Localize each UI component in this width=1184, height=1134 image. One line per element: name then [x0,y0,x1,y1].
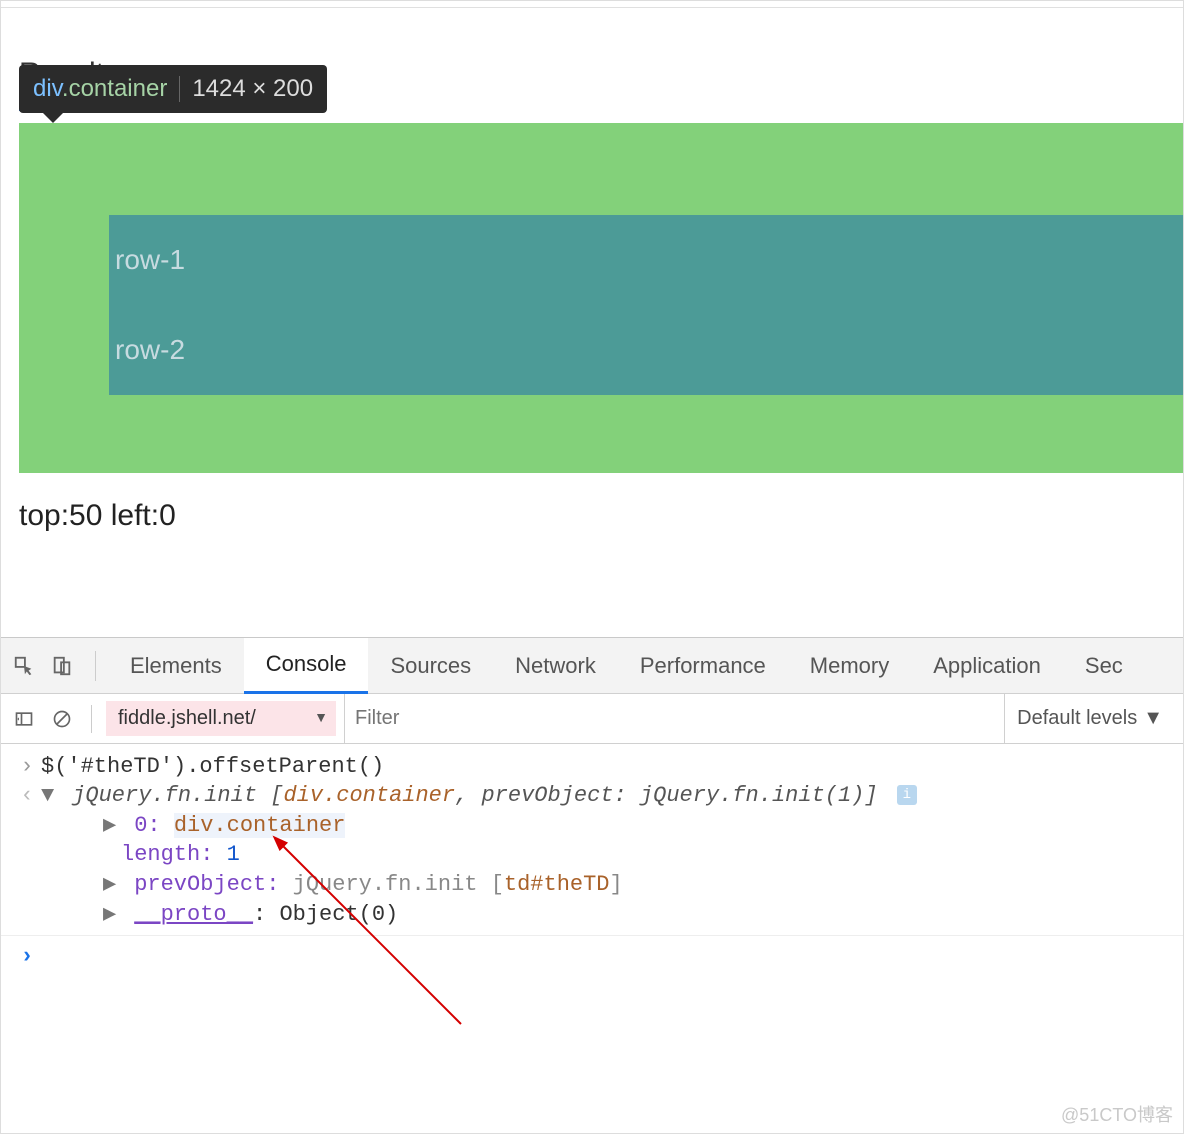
tab-elements[interactable]: Elements [108,638,244,694]
element-tooltip: div.container 1424 × 200 [19,65,327,113]
info-badge-icon[interactable]: i [897,785,917,805]
prompt-caret-icon: › [13,944,41,969]
inner-rows: row-1 row-2 [109,215,1183,395]
log-output-head[interactable]: ‹ ▼ jQuery.fn.init [div.container, prevO… [1,781,1183,810]
filter-input[interactable] [344,694,996,743]
top-border [1,7,1183,11]
log-row-prevobject[interactable]: ▶ prevObject: jQuery.fn.init [td#theTD] [1,869,1183,899]
log-row-proto[interactable]: ▶ __proto__: Object(0) [1,899,1183,929]
jquery-init-label: jQuery.fn.init [72,783,257,808]
tabs-divider [95,651,96,681]
expand-right-icon[interactable]: ▶ [103,812,121,838]
watermark: @51CTO博客 [1061,1101,1173,1127]
expand-right-icon[interactable]: ▶ [103,901,121,927]
input-caret-icon: › [13,754,41,779]
offset-text: top:50 left:0 [19,499,176,533]
chevron-down-icon: ▼ [1143,707,1163,730]
log-row-length: length: 1 [1,840,1183,869]
div-container-ref[interactable]: div.container [283,783,455,808]
inspect-icon[interactable] [7,649,41,683]
toolbar-divider [91,705,92,733]
log-input-line: › $('#theTD').offsetParent() [1,752,1183,781]
devtools-panel: Elements Console Sources Network Perform… [1,637,1183,1133]
tab-console[interactable]: Console [244,638,369,694]
console-prompt[interactable]: › [1,935,1183,971]
tooltip-divider [179,76,180,102]
device-toggle-icon[interactable] [45,649,79,683]
tab-sources[interactable]: Sources [368,638,493,694]
console-log[interactable]: › $('#theTD').offsetParent() ‹ ▼ jQuery.… [1,744,1183,1133]
div-container-expanded[interactable]: div.container [174,813,346,838]
td-theTD-ref[interactable]: td#theTD [504,872,610,897]
expand-down-icon[interactable]: ▼ [41,783,59,808]
tab-network[interactable]: Network [493,638,618,694]
log-levels-selector[interactable]: Default levels ▼ [1004,694,1175,743]
row-2: row-2 [115,334,1183,366]
devtools-tabs: Elements Console Sources Network Perform… [1,638,1183,694]
row-1: row-1 [115,244,1183,276]
toggle-sidebar-icon[interactable] [9,704,39,734]
clear-console-icon[interactable] [47,704,77,734]
container-preview: row-1 row-2 [19,123,1183,473]
tab-performance[interactable]: Performance [618,638,788,694]
output-caret-icon: ‹ [13,783,41,808]
tooltip-dimensions: 1424 × 200 [192,75,313,103]
expand-right-icon[interactable]: ▶ [103,871,121,897]
console-toolbar: fiddle.jshell.net/ Default levels ▼ [1,694,1183,744]
levels-label: Default levels [1017,707,1137,730]
log-row-0[interactable]: ▶ 0: div.container [1,810,1183,840]
context-selector[interactable]: fiddle.jshell.net/ [106,701,336,736]
tab-application[interactable]: Application [911,638,1063,694]
tab-security[interactable]: Sec [1063,638,1145,694]
tooltip-tag: div.container [33,75,167,103]
tab-memory[interactable]: Memory [788,638,911,694]
log-input-text: $('#theTD').offsetParent() [41,754,1171,779]
